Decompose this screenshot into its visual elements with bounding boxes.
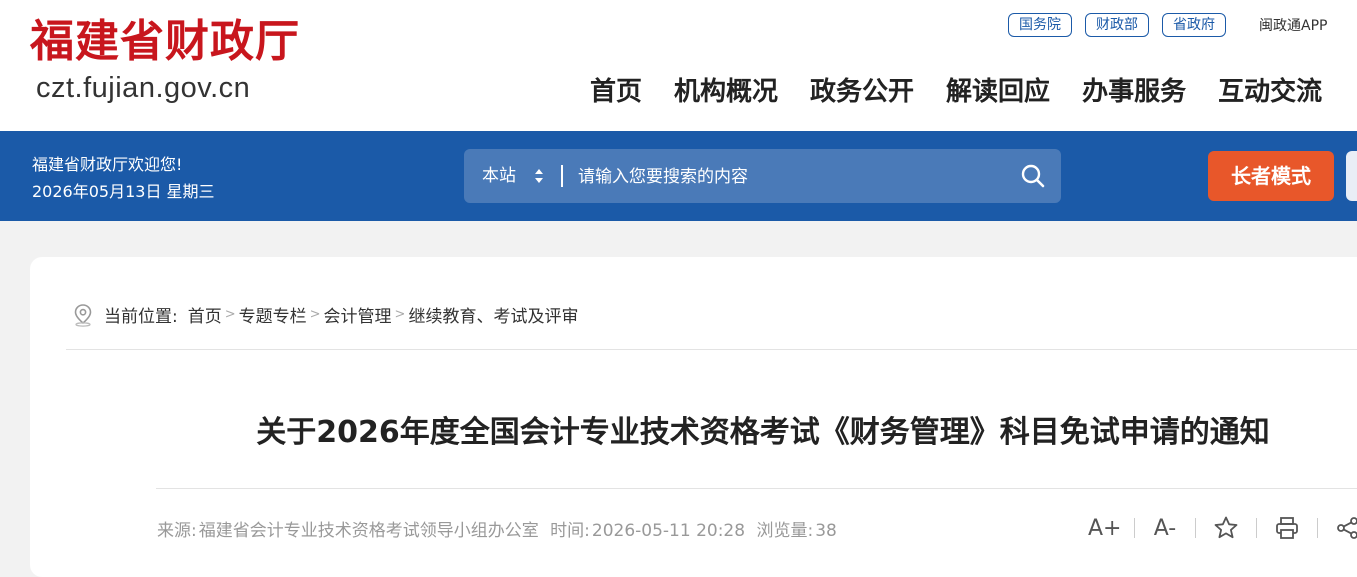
link-province-gov[interactable]: 省政府 xyxy=(1162,13,1226,37)
nav-interaction[interactable]: 互动交流 xyxy=(1218,74,1322,110)
article-card: 当前位置: 首页 > 专题专栏 > 会计管理 > 继续教育、考试及评审 关于20… xyxy=(30,257,1357,577)
site-header: 福建省财政厅 czt.fujian.gov.cn 国务院 财政部 省政府 闽政通… xyxy=(0,0,1357,131)
link-state-council[interactable]: 国务院 xyxy=(1008,13,1072,37)
search-divider xyxy=(561,165,563,187)
search-icon[interactable] xyxy=(1020,163,1046,189)
font-decrease-button[interactable]: A- xyxy=(1149,516,1181,541)
share-icon xyxy=(1337,517,1357,539)
tool-separator xyxy=(1195,518,1196,538)
tool-separator xyxy=(1317,518,1318,538)
share-button[interactable] xyxy=(1332,515,1357,541)
breadcrumb: 当前位置: 首页 > 专题专栏 > 会计管理 > 继续教育、考试及评审 xyxy=(72,302,578,327)
updown-arrow-icon[interactable] xyxy=(534,167,544,185)
location-icon xyxy=(74,303,92,327)
favorite-button[interactable] xyxy=(1210,515,1242,541)
search-box: 本站 xyxy=(464,149,1061,203)
main-nav: 首页 机构概况 政务公开 解读回应 办事服务 互动交流 xyxy=(590,74,1354,110)
breadcrumb-separator: > xyxy=(309,307,321,322)
breadcrumb-home[interactable]: 首页 xyxy=(188,302,222,327)
tool-separator xyxy=(1256,518,1257,538)
nav-services[interactable]: 办事服务 xyxy=(1082,74,1186,110)
current-date: 2026年05月13日 星期三 xyxy=(32,182,215,201)
star-icon xyxy=(1214,516,1238,539)
nav-interpretation[interactable]: 解读回应 xyxy=(946,74,1050,110)
article-tools: A+ A- xyxy=(1088,515,1357,541)
breadcrumb-separator: > xyxy=(394,307,406,322)
breadcrumb-accounting[interactable]: 会计管理 xyxy=(324,302,392,327)
views-label: 浏览量: xyxy=(756,521,814,541)
divider xyxy=(156,488,1357,489)
source-label: 来源: xyxy=(157,521,197,541)
print-button[interactable] xyxy=(1271,515,1303,541)
article-views: 38 xyxy=(815,521,837,541)
welcome-text: 福建省财政厅欢迎您! xyxy=(32,155,183,174)
breadcrumb-separator: > xyxy=(224,307,236,322)
print-icon xyxy=(1276,517,1298,539)
top-links: 国务院 财政部 省政府 闽政通APP xyxy=(1008,13,1327,37)
article-meta: 来源: 福建省会计专业技术资格考试领导小组办公室 时间: 2026-05-11 20… xyxy=(157,516,843,541)
article-source: 福建省会计专业技术资格考试领导小组办公室 xyxy=(198,521,539,541)
nav-gov-affairs[interactable]: 政务公开 xyxy=(810,74,914,110)
breadcrumb-special-topics[interactable]: 专题专栏 xyxy=(239,302,307,327)
search-input[interactable] xyxy=(576,161,1000,193)
tool-separator xyxy=(1134,518,1135,538)
article-time: 2026-05-11 20:28 xyxy=(591,521,746,541)
font-increase-button[interactable]: A+ xyxy=(1088,516,1121,541)
welcome-block: 福建省财政厅欢迎您! 2026年05月13日 星期三 xyxy=(32,151,215,205)
nav-home[interactable]: 首页 xyxy=(590,74,642,110)
elder-mode-button[interactable]: 长者模式 xyxy=(1208,151,1334,201)
article-title: 关于2026年度全国会计专业技术资格考试《财务管理》科目免试申请的通知 xyxy=(256,415,1270,450)
divider xyxy=(66,349,1357,350)
search-scope-select[interactable]: 本站 xyxy=(482,149,516,203)
accessibility-button[interactable] xyxy=(1346,151,1357,201)
time-label: 时间: xyxy=(550,521,590,541)
site-logo[interactable]: 福建省财政厅 xyxy=(30,14,300,70)
link-ministry-finance[interactable]: 财政部 xyxy=(1085,13,1149,37)
nav-organization[interactable]: 机构概况 xyxy=(674,74,778,110)
breadcrumb-label: 当前位置: xyxy=(104,307,178,327)
breadcrumb-education[interactable]: 继续教育、考试及评审 xyxy=(408,302,578,327)
link-app[interactable]: 闽政通APP xyxy=(1259,15,1327,35)
search-bar-band: 福建省财政厅欢迎您! 2026年05月13日 星期三 本站 长者模式 xyxy=(0,131,1357,221)
site-url[interactable]: czt.fujian.gov.cn xyxy=(36,72,250,105)
